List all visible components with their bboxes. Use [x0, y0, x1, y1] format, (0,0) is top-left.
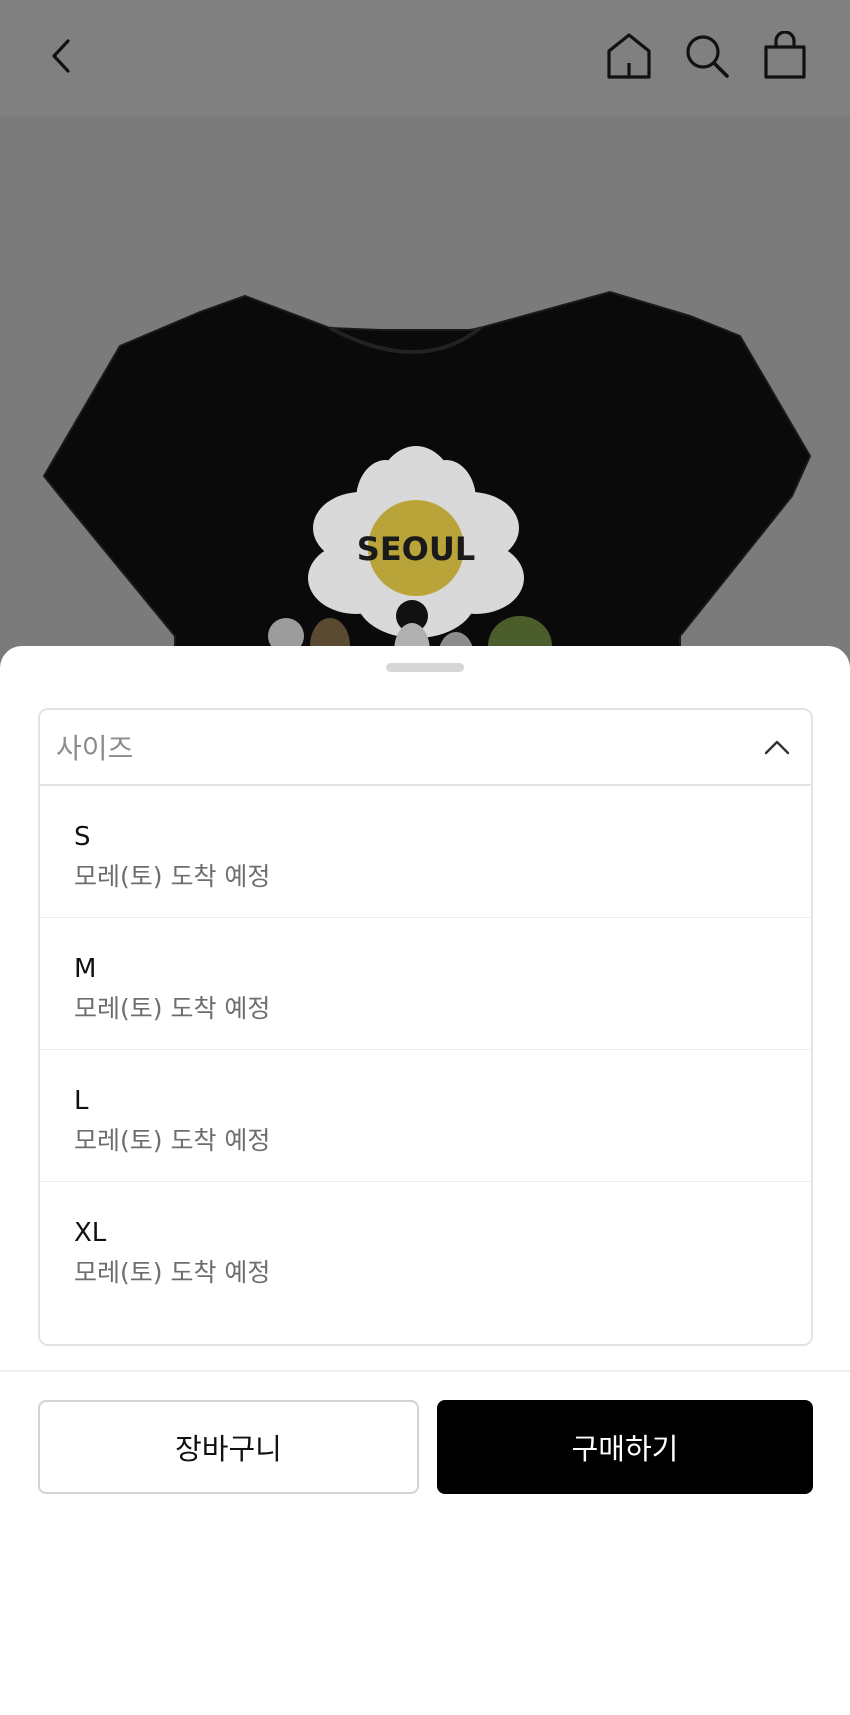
- search-button[interactable]: [679, 28, 735, 84]
- home-icon: [607, 33, 651, 79]
- product-image[interactable]: SEOUL: [0, 116, 850, 676]
- top-nav-bar: [0, 0, 850, 116]
- size-option-m[interactable]: M 모레(토) 도착 예정: [40, 918, 811, 1050]
- size-option-label: L: [74, 1086, 89, 1116]
- size-option-label: S: [74, 822, 91, 852]
- chevron-up-icon: [764, 740, 790, 755]
- size-dropdown: 사이즈 S 모레(토) 도착 예정 M 모레(토) 도착 예정 L 모레(토) …: [38, 708, 813, 1346]
- seoul-print-text: SEOUL: [357, 530, 475, 568]
- option-bottom-sheet: 사이즈 S 모레(토) 도착 예정 M 모레(토) 도착 예정 L 모레(토) …: [0, 646, 850, 1715]
- size-option-label: XL: [74, 1218, 107, 1248]
- size-option-label: M: [74, 954, 97, 984]
- size-option-delivery-note: 모레(토) 도착 예정: [74, 994, 271, 1023]
- size-option-l[interactable]: L 모레(토) 도착 예정: [40, 1050, 811, 1182]
- sheet-divider: [0, 1370, 850, 1372]
- shopping-bag-button[interactable]: [757, 28, 813, 84]
- size-option-delivery-note: 모레(토) 도착 예정: [74, 862, 271, 891]
- chevron-left-icon: [52, 39, 70, 73]
- size-dropdown-header[interactable]: 사이즈: [40, 710, 811, 786]
- size-option-delivery-note: 모레(토) 도착 예정: [74, 1258, 271, 1287]
- back-button[interactable]: [34, 28, 90, 84]
- product-page: SEOUL 사이즈 S 모레(토) 도착 예정 M 모레(토) 도착 예정 L …: [0, 0, 850, 1715]
- buy-now-button[interactable]: 구매하기: [437, 1400, 813, 1494]
- size-dropdown-placeholder: 사이즈: [56, 732, 134, 765]
- sheet-drag-handle[interactable]: [386, 663, 464, 672]
- size-option-xl[interactable]: XL 모레(토) 도착 예정: [40, 1182, 811, 1314]
- add-to-cart-button[interactable]: 장바구니: [38, 1400, 419, 1494]
- home-button[interactable]: [601, 28, 657, 84]
- size-option-delivery-note: 모레(토) 도착 예정: [74, 1126, 271, 1155]
- search-icon: [686, 35, 729, 78]
- shopping-bag-icon: [764, 31, 806, 79]
- size-option-s[interactable]: S 모레(토) 도착 예정: [40, 786, 811, 918]
- tshirt-image: SEOUL: [42, 290, 812, 676]
